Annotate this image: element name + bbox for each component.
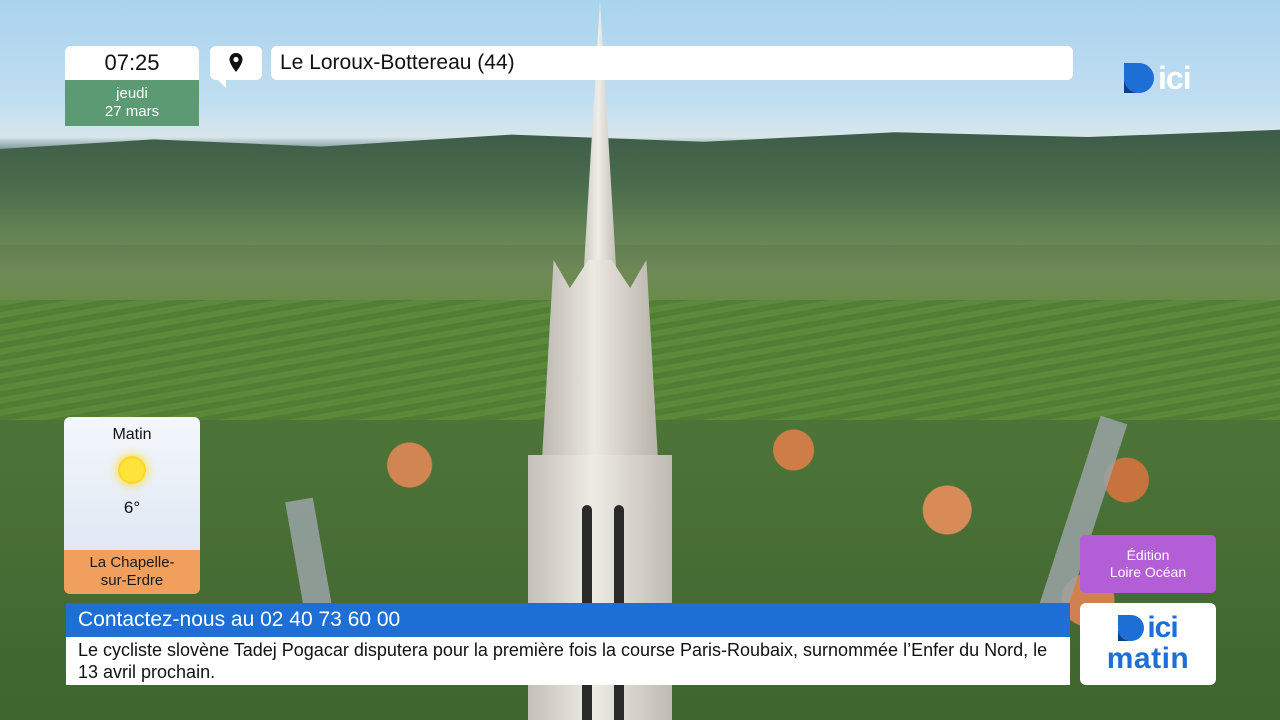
news-text: Le cycliste slovène Tadej Pogacar disput… xyxy=(78,640,1048,682)
spire-tip xyxy=(582,0,618,300)
channel-logo: ici xyxy=(1124,59,1192,96)
ici-logo-icon xyxy=(1118,615,1145,641)
clock-widget: 07:25 jeudi 27 mars xyxy=(65,46,199,126)
weather-period: Matin xyxy=(112,426,152,443)
clock-time: 07:25 xyxy=(65,46,199,80)
weather-city: La Chapelle- sur-Erdre xyxy=(64,550,200,594)
weather-panel: Matin 6° xyxy=(64,417,200,550)
map-pin-icon xyxy=(229,53,243,72)
spire-lantern xyxy=(542,260,658,460)
clock-day: jeudi xyxy=(116,85,148,102)
clock-date-text: 27 mars xyxy=(104,103,160,120)
logo-text: ici xyxy=(1158,59,1192,96)
weather-city-line1: La Chapelle- xyxy=(89,554,175,571)
ici-logo-icon xyxy=(1124,63,1154,93)
brand-top-row: ici xyxy=(1118,611,1179,644)
edition-line2: Loire Océan xyxy=(1109,564,1187,580)
contact-banner: Contactez-nous au 02 40 73 60 00 xyxy=(66,603,1070,637)
brand-ici-text: ici xyxy=(1147,611,1178,644)
sun-icon xyxy=(118,456,146,484)
edition-badge: Édition Loire Océan xyxy=(1080,535,1216,593)
brand-matin-text: matin xyxy=(1106,642,1190,675)
location-name: Le Loroux-Bottereau (44) xyxy=(271,46,1073,80)
edition-line1: Édition xyxy=(1126,547,1170,563)
location-pin-box xyxy=(210,46,262,88)
weather-widget: Matin 6° La Chapelle- sur-Erdre xyxy=(64,417,200,594)
weather-city-line2: sur-Erdre xyxy=(100,572,164,589)
weather-temperature: 6° xyxy=(123,498,141,517)
clock-date: jeudi 27 mars xyxy=(65,80,199,126)
news-ticker: Le cycliste slovène Tadej Pogacar disput… xyxy=(66,637,1070,685)
program-brand: ici matin xyxy=(1080,603,1216,685)
